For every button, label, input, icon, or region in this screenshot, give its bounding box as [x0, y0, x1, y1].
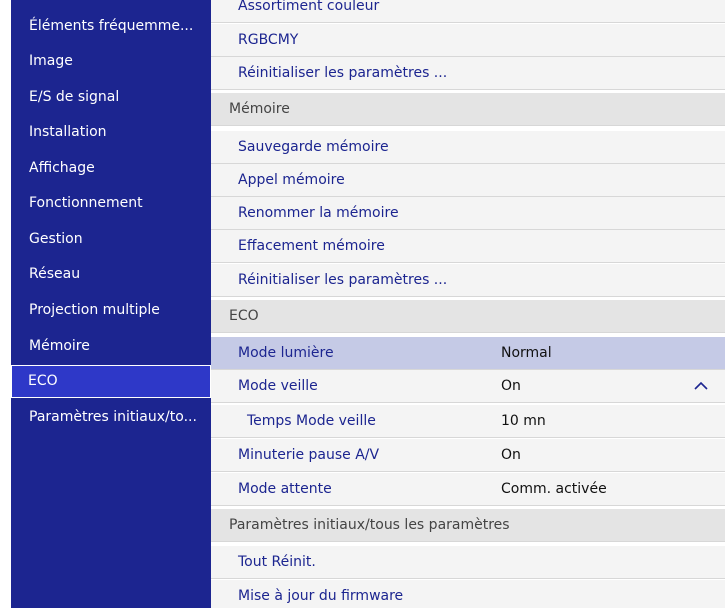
list-item-label: Tout Réinit.: [238, 554, 316, 570]
section-header-initial-settings: Paramètres initiaux/tous les paramètres: [211, 509, 725, 542]
list-item-label: Réinitialiser les paramètres ...: [238, 65, 448, 81]
list-item-label: Minuterie pause A/V: [238, 447, 380, 463]
list-item-label: Effacement mémoire: [238, 238, 385, 254]
list-item-label: Assortiment couleur: [238, 0, 380, 14]
section-header-memory: Mémoire: [211, 93, 725, 126]
sidebar-item-image[interactable]: Image: [13, 45, 211, 78]
list-item-load-memory[interactable]: Appel mémoire: [211, 164, 725, 197]
list-item-value: On: [501, 378, 521, 394]
sidebar-item-network[interactable]: Réseau: [13, 258, 211, 291]
sidebar-item-operation[interactable]: Fonctionnement: [13, 187, 211, 220]
list-item-av-mute-timer[interactable]: Minuterie pause A/V On: [211, 439, 725, 472]
sidebar-item-multi-projection[interactable]: Projection multiple: [13, 294, 211, 327]
list-item-label: Mode attente: [238, 481, 332, 497]
list-item-reset-image[interactable]: Réinitialiser les paramètres ...: [211, 57, 725, 90]
sidebar-item-display[interactable]: Affichage: [13, 152, 211, 185]
list-item-reset-all[interactable]: Tout Réinit.: [211, 546, 725, 579]
list-item-rgbcmy[interactable]: RGBCMY: [211, 24, 725, 57]
list-item-label: Appel mémoire: [238, 172, 345, 188]
list-item-label: Sauvegarde mémoire: [238, 139, 389, 155]
section-header-eco: ECO: [211, 300, 725, 333]
list-item-value: On: [501, 447, 521, 463]
list-item-rename-memory[interactable]: Renommer la mémoire: [211, 197, 725, 230]
list-item-label: Mise à jour du firmware: [238, 588, 404, 604]
list-item-label: RGBCMY: [238, 32, 299, 48]
list-item-standby-mode[interactable]: Mode attente Comm. activée: [211, 473, 725, 506]
list-item-sleep-mode-time[interactable]: Temps Mode veille 10 mn: [211, 405, 725, 438]
list-item-value: Normal: [501, 345, 552, 361]
list-item-light-mode[interactable]: Mode lumière Normal: [211, 337, 725, 370]
list-item-reset-memory[interactable]: Réinitialiser les paramètres ...: [211, 264, 725, 297]
list-item-label: Mode lumière: [238, 345, 334, 361]
list-item-erase-memory[interactable]: Effacement mémoire: [211, 230, 725, 263]
list-item-value: 10 mn: [501, 413, 546, 429]
settings-list: Assortiment couleur RGBCMY Réinitialiser…: [211, 0, 725, 608]
list-item-sleep-mode[interactable]: Mode veille On: [211, 370, 725, 403]
list-item-firmware-update[interactable]: Mise à jour du firmware: [211, 580, 725, 608]
sidebar-menu: Éléments fréquemme... Image E/S de signa…: [11, 0, 211, 608]
list-item-label: Mode veille: [238, 378, 318, 394]
sidebar-item-frequent[interactable]: Éléments fréquemme...: [13, 10, 211, 43]
list-item-label: Réinitialiser les paramètres ...: [238, 272, 448, 288]
sidebar-item-initial-settings[interactable]: Paramètres initiaux/to...: [13, 401, 211, 434]
list-item-label: Temps Mode veille: [247, 413, 376, 429]
sidebar-item-signal-io[interactable]: E/S de signal: [13, 81, 211, 114]
section-label: ECO: [229, 308, 259, 324]
list-item-save-memory[interactable]: Sauvegarde mémoire: [211, 131, 725, 164]
section-label: Mémoire: [229, 101, 290, 117]
section-label: Paramètres initiaux/tous les paramètres: [229, 517, 510, 533]
chevron-up-icon[interactable]: [693, 370, 709, 403]
sidebar-item-memory[interactable]: Mémoire: [13, 330, 211, 363]
list-item-color-assortment[interactable]: Assortiment couleur: [211, 0, 725, 23]
sidebar-item-management[interactable]: Gestion: [13, 223, 211, 256]
list-item-label: Renommer la mémoire: [238, 205, 399, 221]
list-item-value: Comm. activée: [501, 481, 607, 497]
sidebar-item-installation[interactable]: Installation: [13, 116, 211, 149]
sidebar-item-eco[interactable]: ECO: [11, 365, 211, 398]
